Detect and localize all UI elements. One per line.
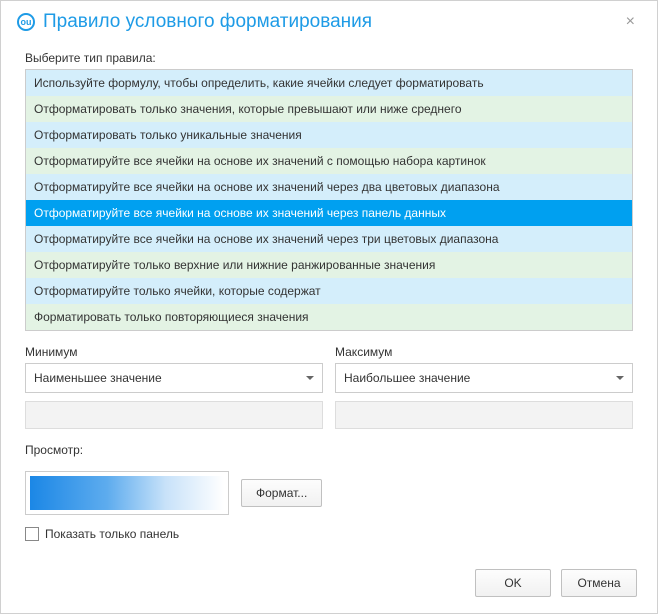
show-bar-only-label: Показать только панель <box>45 527 179 541</box>
rule-item[interactable]: Отформатировать только уникальные значен… <box>26 122 632 148</box>
minimum-value: Наименьшее значение <box>34 371 306 385</box>
maximum-extra-input <box>335 401 633 429</box>
minimum-extra-input <box>25 401 323 429</box>
rule-item[interactable]: Отформатировать только значения, которые… <box>26 96 632 122</box>
minimum-label: Минимум <box>25 345 323 359</box>
minmax-row: Минимум Наименьшее значение Максимум Наи… <box>25 345 633 429</box>
close-icon[interactable]: × <box>620 11 641 33</box>
minimum-dropdown[interactable]: Наименьшее значение <box>25 363 323 393</box>
format-button[interactable]: Формат... <box>241 479 322 507</box>
show-bar-only-checkbox[interactable] <box>25 527 39 541</box>
rule-item[interactable]: Используйте формулу, чтобы определить, к… <box>26 70 632 96</box>
maximum-dropdown[interactable]: Наибольшее значение <box>335 363 633 393</box>
dialog-title: Правило условного форматирования <box>43 11 620 33</box>
rule-item[interactable]: Отформатируйте все ячейки на основе их з… <box>26 174 632 200</box>
maximum-value: Наибольшее значение <box>344 371 616 385</box>
preview-row: Формат... <box>25 471 633 515</box>
rule-item[interactable]: Отформатируйте все ячейки на основе их з… <box>26 226 632 252</box>
minimum-column: Минимум Наименьшее значение <box>25 345 323 429</box>
chevron-down-icon <box>616 376 624 380</box>
preview-gradient <box>30 476 224 510</box>
preview-label: Просмотр: <box>25 443 633 457</box>
chevron-down-icon <box>306 376 314 380</box>
dialog-footer: OK Отмена <box>475 569 637 597</box>
titlebar: ou Правило условного форматирования × <box>1 1 657 39</box>
rule-item[interactable]: Отформатируйте все ячейки на основе их з… <box>26 148 632 174</box>
maximum-label: Максимум <box>335 345 633 359</box>
maximum-column: Максимум Наибольшее значение <box>335 345 633 429</box>
cancel-button[interactable]: Отмена <box>561 569 637 597</box>
dialog-content: Выберите тип правила: Используйте формул… <box>1 39 657 553</box>
rule-item[interactable]: Отформатируйте только ячейки, которые со… <box>26 278 632 304</box>
show-bar-only-row: Показать только панель <box>25 527 633 541</box>
rule-item[interactable]: Отформатируйте только верхние или нижние… <box>26 252 632 278</box>
ok-button[interactable]: OK <box>475 569 551 597</box>
rule-item-selected[interactable]: Отформатируйте все ячейки на основе их з… <box>26 200 632 226</box>
dialog-window: ou Правило условного форматирования × Вы… <box>0 0 658 614</box>
rule-item[interactable]: Форматировать только повторяющиеся значе… <box>26 304 632 330</box>
rule-prompt-label: Выберите тип правила: <box>25 51 633 65</box>
preview-swatch <box>25 471 229 515</box>
rule-type-list[interactable]: Используйте формулу, чтобы определить, к… <box>25 69 633 331</box>
app-icon: ou <box>17 13 35 31</box>
